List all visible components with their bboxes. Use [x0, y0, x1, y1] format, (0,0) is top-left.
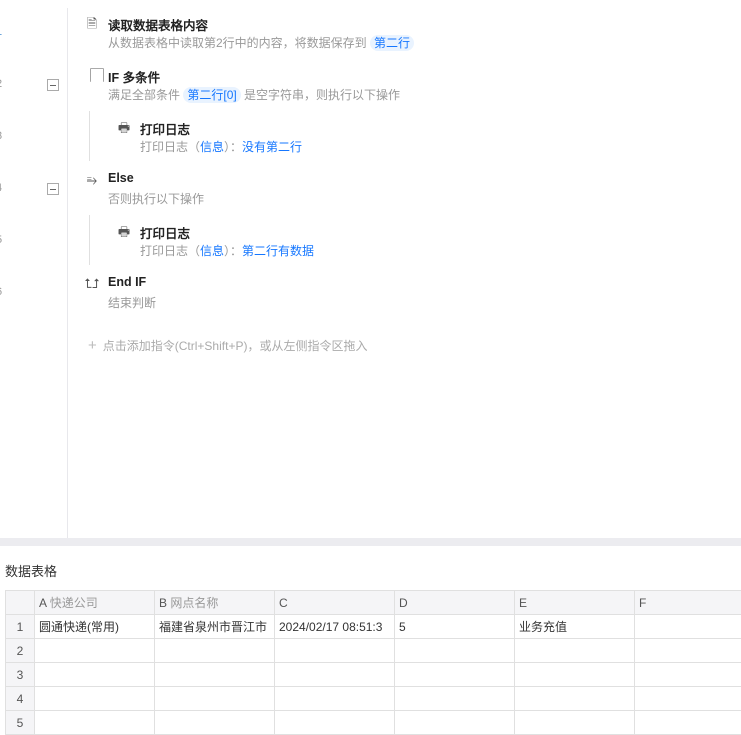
table-cell[interactable]: [514, 710, 635, 735]
add-hint-text: 点击添加指令(Ctrl+Shift+P)，或从左侧指令区拖入: [102, 339, 368, 353]
step-title: Else: [108, 171, 134, 185]
nest-line: [89, 215, 90, 265]
line-number: 5: [0, 234, 6, 246]
document-search-icon: 🗎: [86, 16, 98, 31]
column-header[interactable]: D: [394, 590, 515, 615]
table-cell[interactable]: 5: [394, 614, 515, 639]
printer-icon: 🖶: [117, 120, 131, 135]
table-cell[interactable]: [634, 638, 741, 663]
table-cell[interactable]: [154, 638, 275, 663]
line-number: 6: [0, 286, 6, 298]
step-title: 打印日志: [140, 123, 191, 137]
table-cell[interactable]: [634, 614, 741, 639]
table-cell[interactable]: [274, 686, 395, 711]
nest-line: [89, 111, 90, 161]
table-title: 数据表格: [5, 564, 58, 579]
step-desc: 结束判断: [108, 296, 157, 310]
step-desc: 否则执行以下操作: [108, 192, 205, 206]
table-cell[interactable]: [34, 638, 155, 663]
table-row: 1 圆通快递(常用) 福建省泉州市晋江市 2024/02/17 08:51:3 5 业务充…: [5, 614, 741, 639]
printer-icon: 🖶: [117, 224, 131, 239]
column-name: 网点名称: [170, 596, 219, 610]
column-header[interactable]: E: [514, 590, 635, 615]
else-branch-icon: ⥱: [86, 172, 98, 187]
table-cell[interactable]: [394, 662, 515, 687]
table-cell[interactable]: [274, 638, 395, 663]
row-header[interactable]: 3: [5, 662, 35, 687]
table-cell[interactable]: [634, 686, 741, 711]
column-letter: A: [39, 596, 47, 610]
gutter-divider: [67, 8, 68, 538]
flow-editor: 1 2 3 4 5 6 🗎 读取数据表格内容 从数据表格中读取第2行中的内容，将…: [0, 0, 741, 538]
corner-cell[interactable]: [5, 590, 35, 615]
table-cell[interactable]: [514, 638, 635, 663]
variable-chip[interactable]: 第二行: [370, 35, 415, 51]
table-row: 3: [5, 662, 741, 687]
line-number: 3: [0, 130, 6, 142]
line-number: 1: [0, 26, 6, 38]
plus-icon: +: [88, 337, 97, 354]
table-row: 5: [5, 710, 741, 735]
column-header[interactable]: A 快递公司: [34, 590, 155, 615]
column-header[interactable]: B 网点名称: [154, 590, 275, 615]
step-desc: 满足全部条件 第二行[0] 是空字符串，则执行以下操作: [108, 87, 401, 103]
if-branch-icon: ⎾⏋: [84, 68, 111, 83]
row-header[interactable]: 2: [5, 638, 35, 663]
table-cell[interactable]: [154, 710, 275, 735]
step-desc: 打印日志（信息）：第二行有数据: [140, 244, 315, 258]
collapse-else-button[interactable]: [47, 183, 59, 195]
column-header[interactable]: C: [274, 590, 395, 615]
table-cell[interactable]: [514, 686, 635, 711]
row-header[interactable]: 5: [5, 710, 35, 735]
table-cell[interactable]: [154, 662, 275, 687]
step-desc: 从数据表格中读取第2行中的内容，将数据保存到 第二行: [108, 34, 415, 51]
table-cell[interactable]: [634, 710, 741, 735]
table-row: 2: [5, 638, 741, 663]
step-title: 打印日志: [140, 227, 191, 241]
column-letter: C: [279, 595, 288, 610]
end-if-icon: ⮤⮥: [84, 276, 100, 291]
table-cell[interactable]: [34, 662, 155, 687]
data-table: A 快递公司 B 网点名称 C D E F 1 圆通快递(常用) 福建省泉州市晋江市 20…: [5, 590, 741, 735]
table-cell[interactable]: 业务充值: [514, 614, 635, 639]
column-letter: E: [519, 595, 528, 610]
table-cell[interactable]: [514, 662, 635, 687]
table-cell[interactable]: 福建省泉州市晋江市: [154, 614, 275, 639]
table-cell[interactable]: [394, 710, 515, 735]
table-cell[interactable]: [154, 686, 275, 711]
line-number: 4: [0, 182, 6, 194]
step-title: 读取数据表格内容: [108, 19, 209, 33]
column-letter: B: [159, 596, 168, 610]
column-letter: F: [639, 595, 647, 610]
table-cell[interactable]: [394, 686, 515, 711]
table-row: 4: [5, 686, 741, 711]
column-name: 快递公司: [49, 596, 98, 610]
table-cell[interactable]: [274, 710, 395, 735]
variable-chip[interactable]: 第二行[0]: [183, 87, 241, 103]
row-header[interactable]: 4: [5, 686, 35, 711]
collapse-if-button[interactable]: [47, 79, 59, 91]
table-cell[interactable]: [274, 662, 395, 687]
add-command-hint[interactable]: + 点击添加指令(Ctrl+Shift+P)，或从左侧指令区拖入: [88, 337, 367, 354]
table-cell[interactable]: [34, 710, 155, 735]
table-cell[interactable]: [394, 638, 515, 663]
column-letter: D: [399, 595, 408, 610]
table-cell[interactable]: 2024/02/17 08:51:3: [274, 614, 395, 639]
table-cell[interactable]: [634, 662, 741, 687]
row-header[interactable]: 1: [5, 614, 35, 639]
step-title: End IF: [108, 275, 147, 289]
panel-divider[interactable]: [0, 538, 741, 546]
step-title: IF 多条件: [108, 71, 161, 85]
header-row: A 快递公司 B 网点名称 C D E F: [5, 590, 741, 615]
table-cell[interactable]: 圆通快递(常用): [34, 614, 155, 639]
line-number: 2: [0, 78, 6, 90]
step-desc: 打印日志（信息）：没有第二行: [140, 140, 303, 154]
table-cell[interactable]: [34, 686, 155, 711]
column-header[interactable]: F: [634, 590, 741, 615]
